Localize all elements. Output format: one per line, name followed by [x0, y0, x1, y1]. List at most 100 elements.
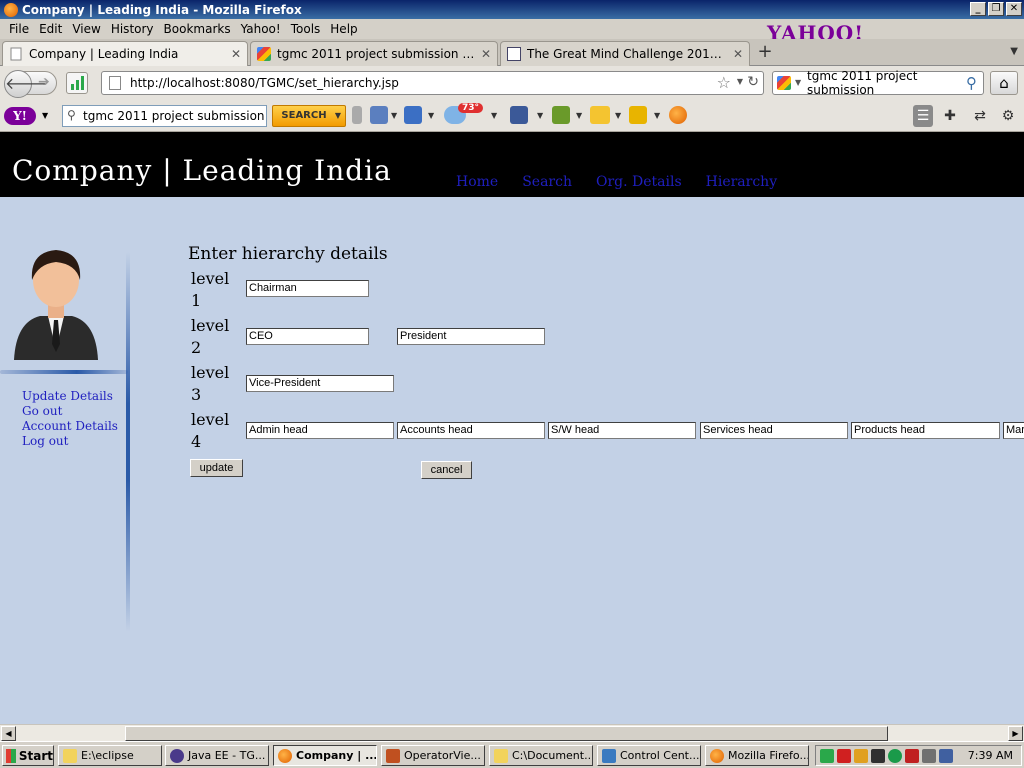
- level-2-input-1[interactable]: CEO: [246, 328, 369, 345]
- level-2-input-2[interactable]: President: [397, 328, 545, 345]
- restore-button[interactable]: ❐: [988, 2, 1004, 16]
- tab-close-icon[interactable]: ✕: [733, 47, 743, 61]
- status-icon[interactable]: [888, 749, 902, 763]
- taskbar-item-control-center[interactable]: Control Cent...: [597, 745, 701, 766]
- chevron-down-icon[interactable]: ▼: [737, 77, 743, 86]
- pages-icon[interactable]: [370, 106, 388, 124]
- update-button[interactable]: update: [190, 459, 243, 477]
- menu-file[interactable]: File: [4, 22, 34, 36]
- taskbar-item-company[interactable]: Company | ...: [273, 745, 377, 766]
- chevron-down-icon[interactable]: ▼: [428, 111, 434, 120]
- menu-yahoo[interactable]: Yahoo!: [236, 22, 286, 36]
- facebook-icon[interactable]: [510, 106, 528, 124]
- level-4-input-3[interactable]: S/W head: [548, 422, 696, 439]
- window-title-bar: Company | Leading India - Mozilla Firefo…: [0, 0, 1024, 19]
- home-button[interactable]: ⌂: [990, 71, 1018, 95]
- app-tray-icon[interactable]: [871, 749, 885, 763]
- url-text: http://localhost:8080/TGMC/set_hierarchy…: [130, 76, 399, 90]
- taskbar-item-java-ee[interactable]: Java EE - TG...: [165, 745, 269, 766]
- tab-list-icon[interactable]: ▼: [1010, 46, 1018, 57]
- taskbar-item-operator-view[interactable]: OperatorVie...: [381, 745, 485, 766]
- yahoo-search-button[interactable]: SEARCH ▼: [272, 105, 346, 127]
- windows-logo-icon: [6, 748, 16, 763]
- firefox-icon[interactable]: [669, 106, 687, 124]
- horizontal-scrollbar[interactable]: ◀ ▶: [0, 724, 1024, 741]
- level-4-input-5[interactable]: Products head: [851, 422, 1000, 439]
- scrollbar-thumb[interactable]: [125, 726, 888, 741]
- toolbar-grip-icon[interactable]: [352, 106, 362, 124]
- google-icon[interactable]: [777, 76, 791, 90]
- chevron-down-icon[interactable]: ▼: [491, 111, 497, 120]
- sidebar-link-update-details[interactable]: Update Details: [22, 389, 118, 404]
- nav-hierarchy[interactable]: Hierarchy: [706, 174, 777, 190]
- cancel-button[interactable]: cancel: [421, 461, 472, 479]
- menu-tools[interactable]: Tools: [286, 22, 326, 36]
- network-icon[interactable]: [820, 749, 834, 763]
- url-bar[interactable]: http://localhost:8080/TGMC/set_hierarchy…: [101, 71, 764, 95]
- display-icon[interactable]: [939, 749, 953, 763]
- menu-history[interactable]: History: [106, 22, 159, 36]
- taskbar-item-mozilla-firefox[interactable]: Mozilla Firefo...: [705, 745, 809, 766]
- yahoo-badge[interactable]: Y!: [4, 107, 36, 125]
- update-icon[interactable]: [854, 749, 868, 763]
- level-3-input-1[interactable]: Vice-President: [246, 375, 394, 392]
- mail-icon[interactable]: [404, 106, 422, 124]
- menu-help[interactable]: Help: [325, 22, 362, 36]
- antivirus-icon[interactable]: [837, 749, 851, 763]
- chevron-down-icon[interactable]: ▼: [576, 111, 582, 120]
- menu-bookmarks[interactable]: Bookmarks: [159, 22, 236, 36]
- scroll-left-icon[interactable]: ◀: [1, 726, 16, 741]
- list-icon[interactable]: ☰: [913, 105, 933, 127]
- volume-icon[interactable]: [922, 749, 936, 763]
- level-4-input-1[interactable]: Admin head: [246, 422, 394, 439]
- sidebar-link-account-details[interactable]: Account Details: [22, 419, 118, 434]
- start-button[interactable]: Start: [2, 745, 54, 766]
- bookmark-star-icon[interactable]: ☆: [717, 73, 731, 92]
- back-button[interactable]: 🡐: [4, 70, 48, 98]
- taskbar-item-documents[interactable]: C:\Document...: [489, 745, 593, 766]
- notes-icon[interactable]: [552, 106, 570, 124]
- new-tab-button[interactable]: +: [754, 42, 776, 64]
- reload-icon[interactable]: ↻: [747, 74, 759, 90]
- sidebar-link-go-out[interactable]: Go out: [22, 404, 118, 419]
- nav-home[interactable]: Home: [456, 174, 498, 190]
- menu-view[interactable]: View: [67, 22, 105, 36]
- level-4-input-2[interactable]: Accounts head: [397, 422, 545, 439]
- scroll-right-icon[interactable]: ▶: [1008, 726, 1023, 741]
- site-title: Company | Leading India: [12, 154, 392, 187]
- tab-company[interactable]: Company | Leading India ✕: [2, 41, 248, 66]
- chevron-down-icon[interactable]: ▼: [795, 78, 801, 87]
- minimize-button[interactable]: _: [970, 2, 986, 16]
- nav-org-details[interactable]: Org. Details: [596, 174, 682, 190]
- shopping-icon[interactable]: [629, 106, 647, 124]
- chevron-down-icon[interactable]: ▼: [391, 111, 397, 120]
- forward-button[interactable]: ➔: [38, 74, 50, 90]
- chevron-down-icon[interactable]: ▼: [615, 111, 621, 120]
- level-4-input-6[interactable]: Mar: [1003, 422, 1024, 439]
- ati-icon[interactable]: [905, 749, 919, 763]
- tab-tgmc[interactable]: The Great Mind Challenge 2011 (TGMC 2...…: [500, 41, 750, 66]
- tab-close-icon[interactable]: ✕: [231, 47, 241, 61]
- close-button[interactable]: ✕: [1006, 2, 1022, 16]
- chevron-down-icon[interactable]: ▼: [537, 111, 543, 120]
- form-heading: Enter hierarchy details: [188, 244, 388, 264]
- search-icon[interactable]: ⚲: [966, 74, 977, 92]
- taskbar-item-eclipse-folder[interactable]: E:\eclipse: [58, 745, 162, 766]
- menu-edit[interactable]: Edit: [34, 22, 67, 36]
- chevron-down-icon[interactable]: ▼: [654, 111, 660, 120]
- level-4-input-4[interactable]: Services head: [700, 422, 848, 439]
- yahoo-search-input[interactable]: ⚲ tgmc 2011 project submission: [62, 105, 267, 127]
- add-icon[interactable]: ✚: [940, 105, 960, 127]
- nav-search[interactable]: Search: [522, 174, 572, 190]
- level-1-input-1[interactable]: Chairman: [246, 280, 369, 297]
- tab-google-search[interactable]: tgmc 2011 project submission - Google S.…: [250, 41, 498, 66]
- search-engine-bar[interactable]: ▼ tgmc 2011 project submission ⚲: [772, 69, 984, 97]
- sidebar-link-log-out[interactable]: Log out: [22, 434, 118, 449]
- chevron-down-icon[interactable]: ▼: [335, 106, 341, 126]
- signal-bars-icon[interactable]: [66, 72, 88, 94]
- tab-close-icon[interactable]: ✕: [481, 47, 491, 61]
- swap-icon[interactable]: ⇄: [970, 105, 990, 127]
- gear-icon[interactable]: ⚙: [998, 105, 1018, 127]
- chevron-down-icon[interactable]: ▼: [42, 111, 48, 120]
- ebay-icon[interactable]: [590, 106, 610, 124]
